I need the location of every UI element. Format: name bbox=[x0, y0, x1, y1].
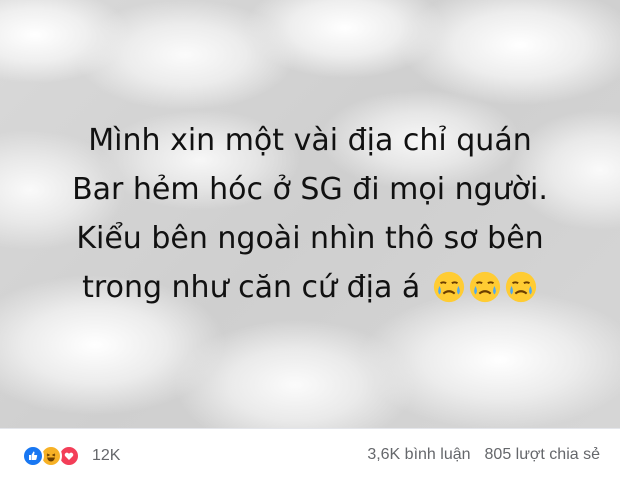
post-text: Mình xin một vài địa chỉ quán Bar hẻm hó… bbox=[0, 116, 620, 312]
like-icon bbox=[22, 445, 44, 467]
post-stats: 3,6K bình luận 805 lượt chia sẻ bbox=[367, 446, 600, 464]
comments-count-link[interactable]: 3,6K bình luận bbox=[367, 446, 470, 464]
crying-face-icon bbox=[469, 271, 500, 303]
post-text-line-1: Mình xin một vài địa chỉ quán bbox=[88, 123, 532, 158]
post-text-line-2: Bar hẻm hóc ở SG đi mọi người. bbox=[72, 172, 548, 207]
post-footer: 12K 3,6K bình luận 805 lượt chia sẻ bbox=[0, 428, 620, 483]
crying-face-icon bbox=[433, 271, 464, 303]
reaction-count: 12K bbox=[92, 447, 121, 464]
shares-count-link[interactable]: 805 lượt chia sẻ bbox=[485, 446, 600, 464]
post-text-line-4-text: trong như căn cứ địa á bbox=[82, 270, 421, 305]
post-text-line-3: Kiểu bên ngoài nhìn thô sơ bên bbox=[76, 221, 544, 256]
reaction-summary[interactable]: 12K bbox=[22, 445, 120, 467]
post-text-line-4: trong như căn cứ địa á bbox=[0, 263, 620, 312]
post-background-image[interactable]: Mình xin một vài địa chỉ quán Bar hẻm hó… bbox=[0, 0, 620, 428]
crying-face-icon bbox=[505, 271, 536, 303]
